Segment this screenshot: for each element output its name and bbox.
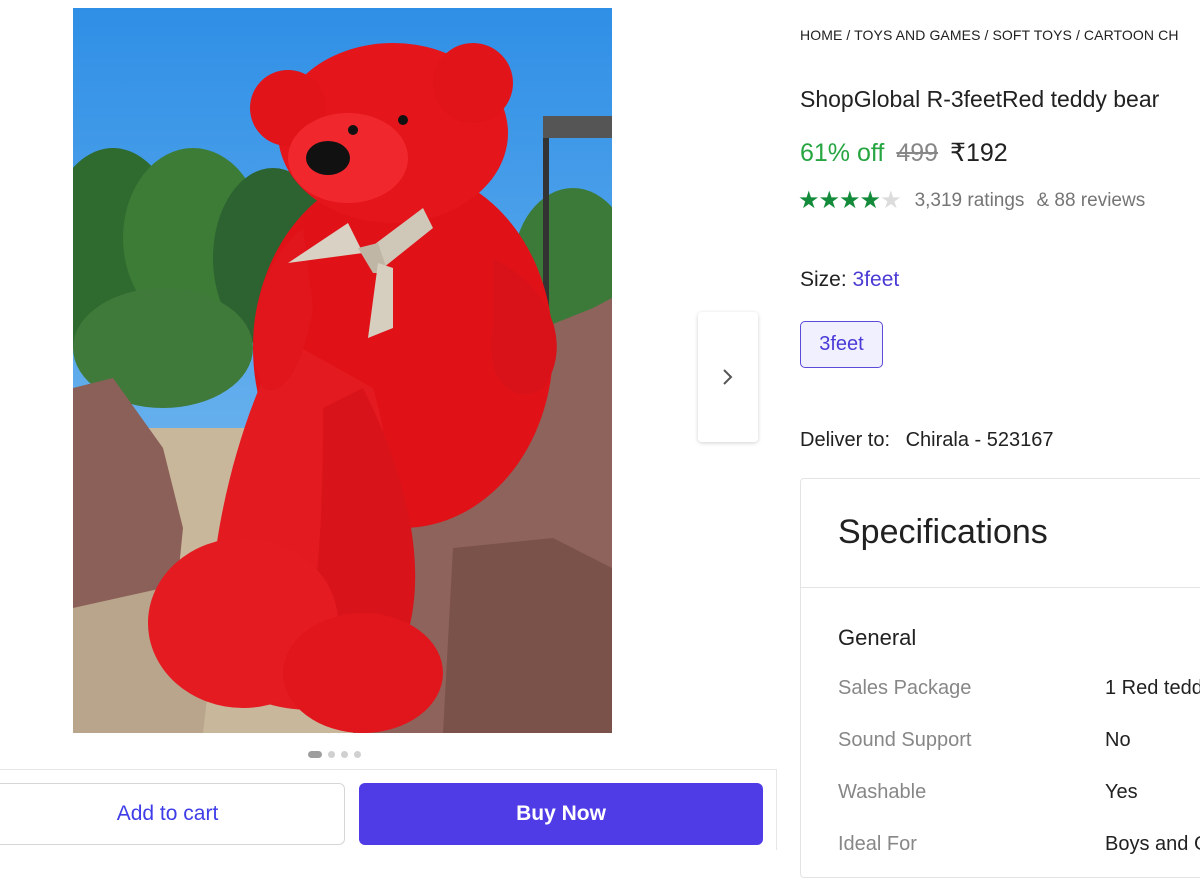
- spec-key: Sales Package: [838, 677, 972, 699]
- size-option-3feet[interactable]: 3feet: [800, 321, 883, 368]
- chevron-right-icon: [723, 369, 733, 385]
- spec-group-title: General: [838, 625, 917, 650]
- product-details: HOME / TOYS AND GAMES / SOFT TOYS / CART…: [798, 0, 1200, 878]
- pagination-dot[interactable]: [308, 751, 322, 758]
- breadcrumb[interactable]: HOME / TOYS AND GAMES / SOFT TOYS / CART…: [800, 27, 1179, 43]
- star-filled-icon: ★: [859, 187, 881, 214]
- spec-row: Ideal For Boys and G: [838, 833, 1200, 856]
- spec-key: Washable: [838, 781, 927, 803]
- size-label: Size:: [800, 268, 847, 291]
- image-pagination-dots: [308, 751, 361, 758]
- buy-now-button[interactable]: Buy Now: [359, 783, 763, 845]
- size-selector-label: Size: 3feet: [800, 268, 899, 292]
- deliver-to-label: Deliver to:: [800, 429, 891, 451]
- reviews-count: & 88 reviews: [1036, 189, 1146, 211]
- spec-row: Sound Support No: [838, 729, 1200, 752]
- spec-value: Yes: [1105, 781, 1138, 803]
- price-row: 61% off 499 ₹192: [800, 138, 1008, 168]
- spec-row: Washable Yes: [838, 781, 1200, 804]
- spec-key: Sound Support: [838, 729, 972, 751]
- star-rating: ★★★★★: [798, 186, 902, 215]
- pagination-dot[interactable]: [354, 751, 361, 758]
- spec-value: 1 Red tedd: [1105, 677, 1200, 699]
- spec-row: Sales Package 1 Red tedd: [838, 677, 1200, 700]
- sale-price: ₹192: [950, 139, 1008, 167]
- star-filled-icon: ★: [798, 187, 819, 214]
- delivery-location[interactable]: Deliver to: Chirala - 523167: [800, 429, 1053, 452]
- teddy-bear-photo: [73, 8, 612, 733]
- specifications-title: Specifications: [838, 513, 1048, 551]
- original-price: 499: [896, 139, 939, 167]
- add-to-cart-button[interactable]: Add to cart: [0, 783, 345, 845]
- rating-row[interactable]: ★★★★★ 3,319 ratings & 88 reviews: [798, 186, 1145, 215]
- pagination-dot[interactable]: [341, 751, 348, 758]
- spec-value: No: [1105, 729, 1131, 751]
- spec-value: Boys and G: [1105, 833, 1200, 855]
- product-gallery: Add to cart Buy Now: [0, 0, 780, 850]
- star-empty-icon: ★: [880, 187, 901, 214]
- star-filled-icon: ★: [839, 187, 860, 214]
- ratings-count: 3,319 ratings: [914, 189, 1025, 211]
- spec-key: Ideal For: [838, 833, 917, 855]
- delivery-pincode: Chirala - 523167: [905, 429, 1054, 451]
- pagination-dot[interactable]: [328, 751, 335, 758]
- product-image[interactable]: [73, 8, 612, 733]
- product-title: ShopGlobal R-3feetRed teddy bear: [800, 86, 1160, 112]
- discount-percent: 61% off: [800, 139, 885, 167]
- selected-size-value: 3feet: [852, 268, 900, 291]
- next-image-button[interactable]: [698, 312, 758, 442]
- star-filled-icon: ★: [818, 187, 840, 214]
- divider: [801, 587, 1200, 588]
- purchase-action-bar: Add to cart Buy Now: [0, 769, 777, 850]
- specifications-card: Specifications General Sales Package 1 Re…: [800, 478, 1200, 878]
